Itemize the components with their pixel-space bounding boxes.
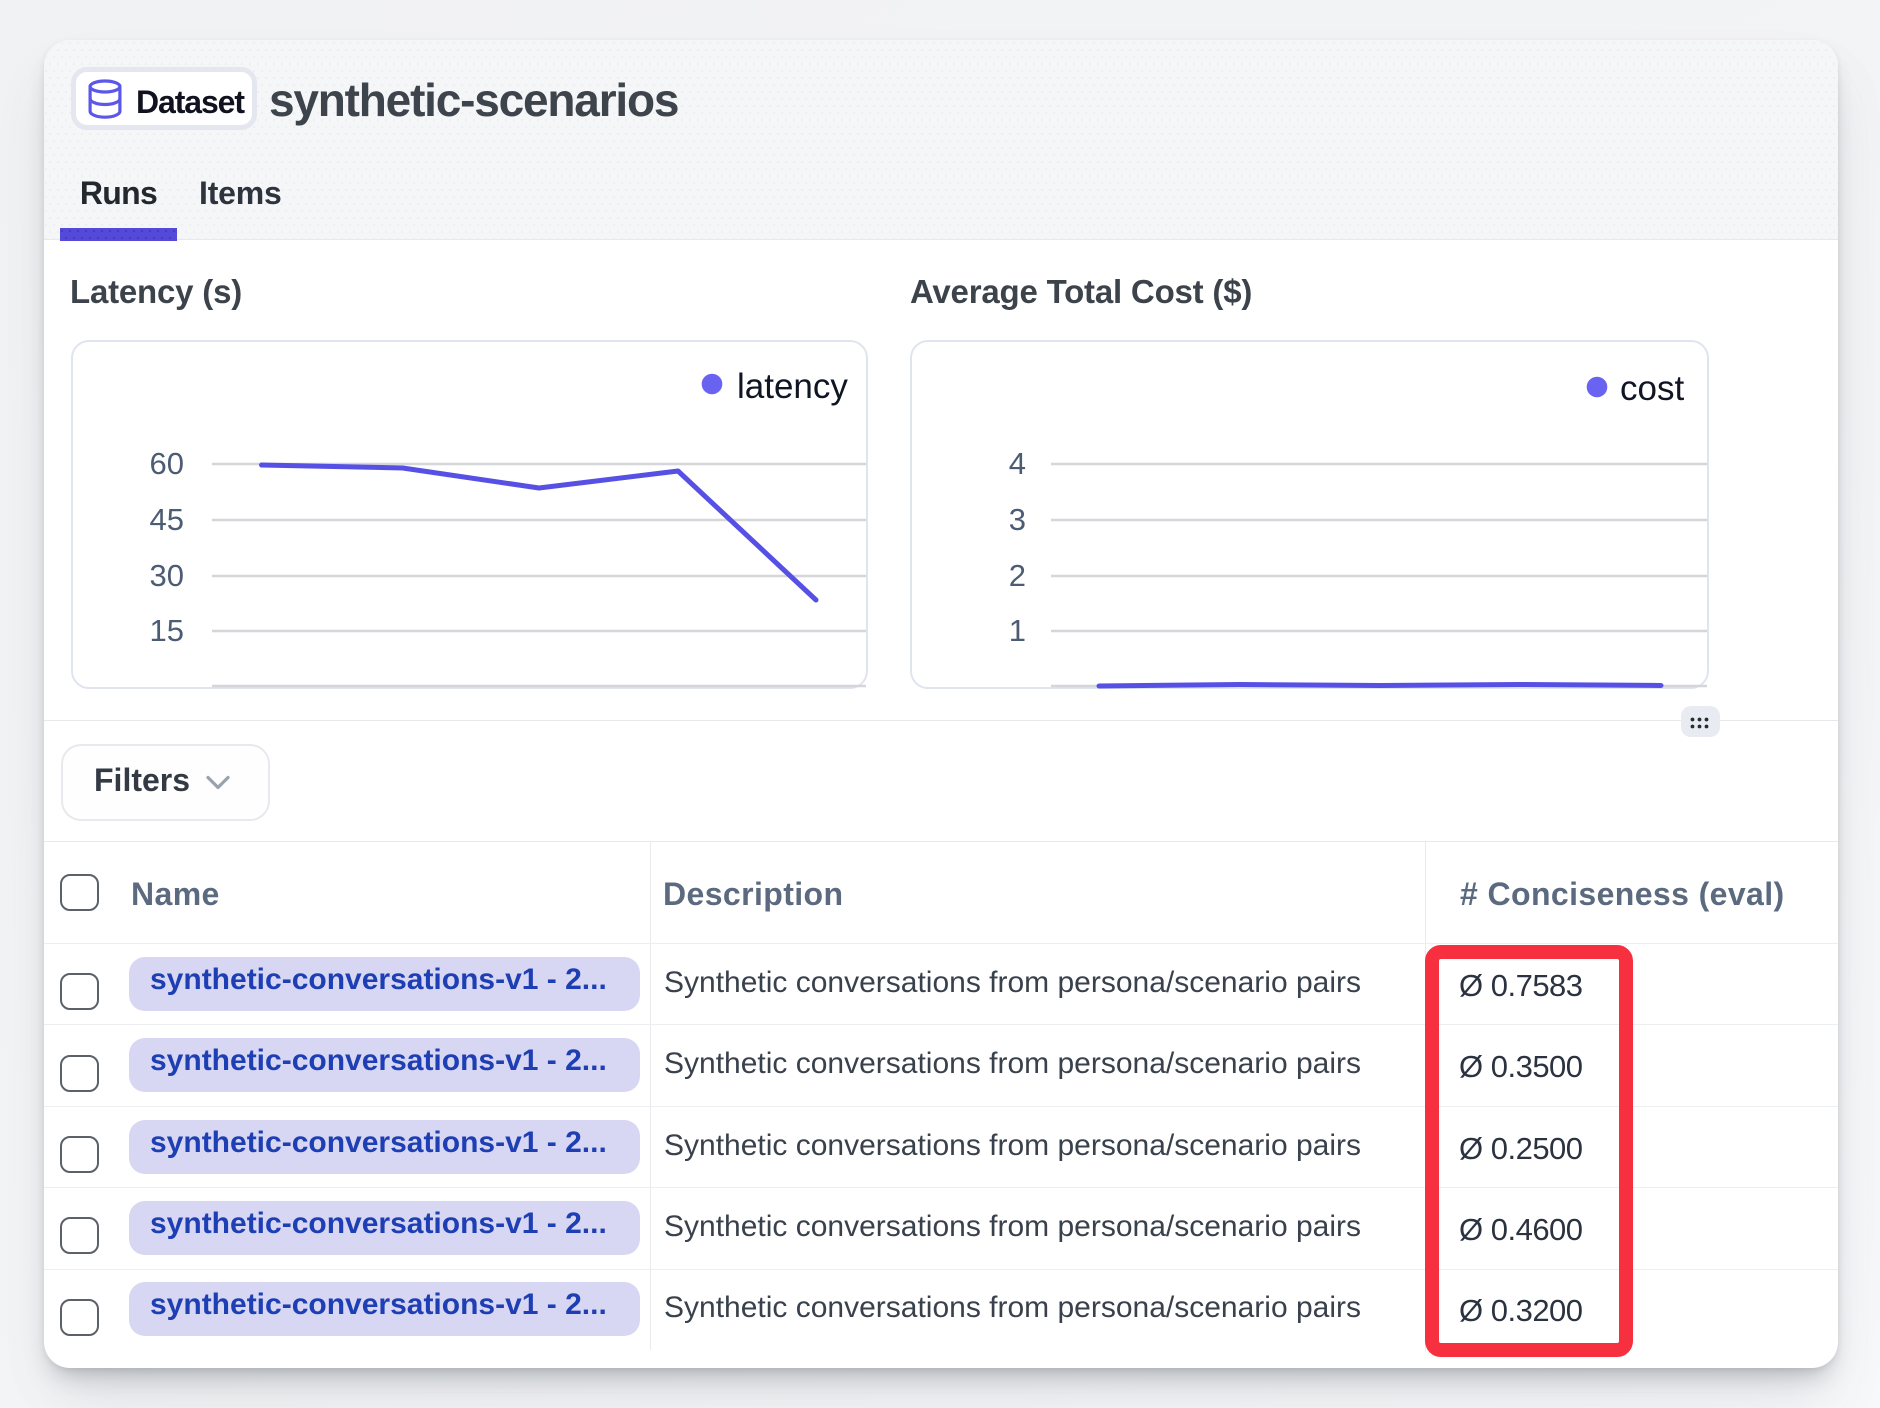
svg-text:latency: latency: [737, 367, 848, 406]
svg-text:1: 1: [1009, 613, 1026, 648]
svg-text:4: 4: [1009, 446, 1026, 481]
svg-text:30: 30: [150, 558, 184, 593]
svg-text:15: 15: [150, 613, 184, 648]
svg-text:cost: cost: [1620, 369, 1684, 408]
svg-text:3: 3: [1009, 502, 1026, 537]
svg-text:2: 2: [1009, 558, 1026, 593]
svg-text:60: 60: [150, 446, 184, 481]
svg-text:45: 45: [150, 502, 184, 537]
